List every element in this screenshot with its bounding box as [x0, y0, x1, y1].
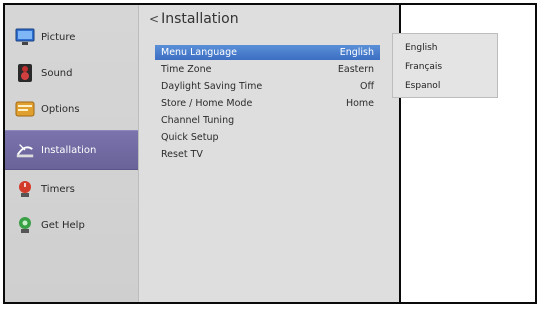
page-title-text: Installation [161, 11, 239, 27]
menu-row-store-home-mode[interactable]: Store / Home Mode Home [155, 96, 380, 111]
language-popup: English Français Espanol [392, 33, 498, 98]
page-title: < Installation [149, 11, 239, 27]
speaker-icon [15, 63, 35, 83]
sidebar-item-label: Picture [41, 31, 76, 43]
options-icon [15, 99, 35, 119]
sidebar-item-get-help[interactable]: Get Help [5, 207, 138, 243]
tv-screen: Picture Sound Options Installation Timer… [3, 3, 401, 304]
menu-row-quick-setup[interactable]: Quick Setup [155, 130, 380, 145]
menu-row-value: English [339, 47, 374, 58]
language-option-espanol[interactable]: Espanol [405, 81, 440, 91]
language-option-english[interactable]: English [405, 43, 438, 53]
menu-row-label: Channel Tuning [161, 115, 235, 126]
satellite-dish-icon [15, 140, 35, 160]
timer-icon [15, 179, 35, 199]
sidebar-item-label: Installation [41, 144, 97, 156]
menu-row-value: Off [359, 81, 374, 92]
sidebar-item-sound[interactable]: Sound [5, 55, 138, 91]
menu-row-label: Menu Language [161, 47, 237, 58]
menu-row-label: Daylight Saving Time [161, 81, 263, 92]
menu-row-label: Quick Setup [161, 132, 219, 143]
menu-row-reset-tv[interactable]: Reset TV [155, 147, 380, 162]
language-option-francais[interactable]: Français [405, 62, 442, 72]
sidebar-item-installation[interactable]: Installation [5, 130, 138, 170]
sidebar-item-label: Get Help [41, 219, 85, 231]
sidebar-item-picture[interactable]: Picture [5, 19, 138, 55]
sidebar: Picture Sound Options Installation Timer… [5, 5, 139, 302]
sidebar-item-label: Options [41, 103, 80, 115]
help-icon [15, 215, 35, 235]
sidebar-item-label: Timers [41, 183, 75, 195]
menu-row-value: Eastern [337, 64, 374, 75]
menu-row-time-zone[interactable]: Time Zone Eastern [155, 62, 380, 77]
menu-row-label: Store / Home Mode [161, 98, 253, 109]
menu-row-label: Time Zone [161, 64, 212, 75]
menu-row-value: Home [345, 98, 374, 109]
menu-row-daylight-saving-time[interactable]: Daylight Saving Time Off [155, 79, 380, 94]
menu-row-label: Reset TV [161, 149, 203, 160]
sidebar-item-options[interactable]: Options [5, 91, 138, 127]
sidebar-item-label: Sound [41, 67, 73, 79]
picture-icon [15, 27, 35, 47]
back-chevron-icon[interactable]: < [149, 12, 159, 26]
sidebar-item-timers[interactable]: Timers [5, 171, 138, 207]
menu-row-menu-language[interactable]: Menu Language English [155, 45, 380, 60]
menu-row-channel-tuning[interactable]: Channel Tuning [155, 113, 380, 128]
settings-panel: < Installation Menu Language English Time… [139, 5, 399, 302]
